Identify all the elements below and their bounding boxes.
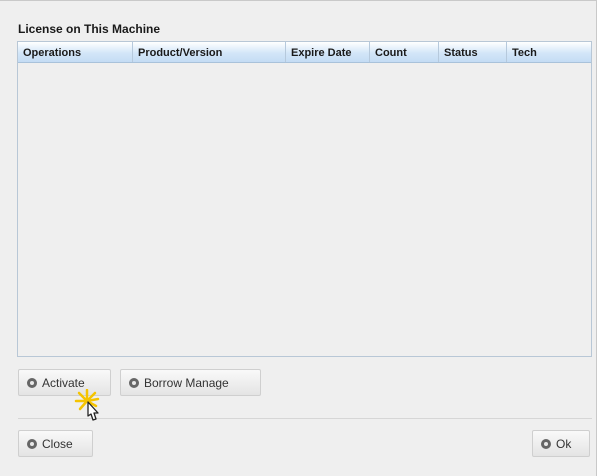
ok-button-label: Ok	[556, 436, 572, 451]
column-header-count[interactable]: Count	[370, 42, 439, 62]
hand-pointer-cursor-icon	[74, 389, 100, 421]
license-table[interactable]: Operations Product/Version Expire Date C…	[17, 41, 592, 357]
borrow-manage-button-label: Borrow Manage	[144, 375, 229, 390]
section-title: License on This Machine	[18, 22, 161, 36]
click-burst	[74, 389, 100, 411]
table-header: Operations Product/Version Expire Date C…	[18, 42, 591, 63]
borrow-manage-button[interactable]: Borrow Manage	[120, 369, 261, 396]
close-button-label: Close	[42, 436, 73, 451]
activate-button-label: Activate	[42, 375, 85, 390]
column-header-expire-date[interactable]: Expire Date	[286, 42, 370, 62]
settings-dot-icon	[27, 438, 37, 449]
settings-dot-icon	[27, 377, 37, 388]
column-header-product-version[interactable]: Product/Version	[133, 42, 286, 62]
license-dialog: License on This Machine Operations Produ…	[0, 0, 597, 476]
column-header-tech[interactable]: Tech	[507, 42, 591, 62]
column-header-operations[interactable]: Operations	[18, 42, 133, 62]
close-button[interactable]: Close	[18, 430, 93, 457]
settings-dot-icon	[129, 377, 139, 388]
column-header-status[interactable]: Status	[439, 42, 507, 62]
ok-button[interactable]: Ok	[532, 430, 590, 457]
settings-dot-icon	[541, 438, 551, 449]
